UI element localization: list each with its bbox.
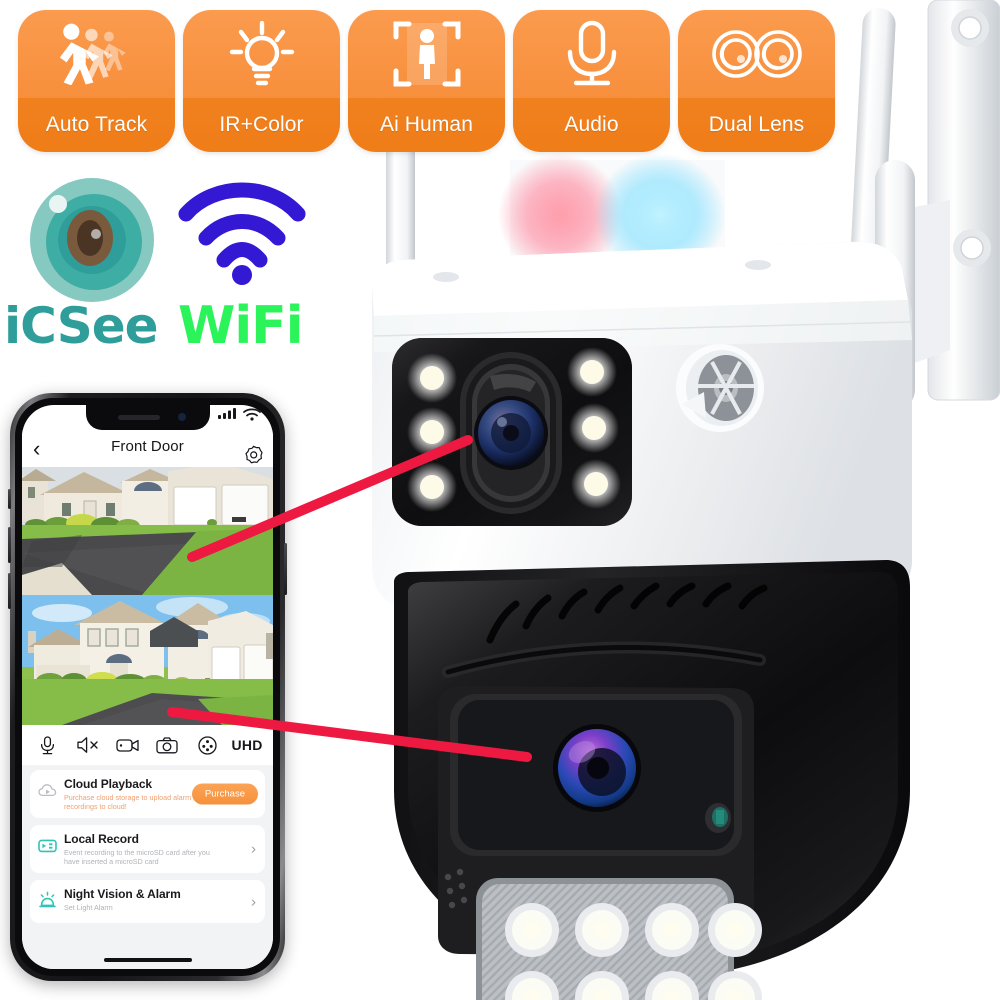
list-item-title: Local Record	[64, 832, 139, 846]
front-camera-icon	[177, 413, 186, 421]
camera-control-bar: UHD	[22, 725, 273, 765]
feature-badge-dual-lens[interactable]: Dual Lens	[678, 10, 835, 152]
icsee-eye-icon	[28, 176, 156, 304]
local-record-icon	[38, 836, 57, 855]
list-item-subtitle: Event recording to the microSD card afte…	[64, 848, 210, 866]
feature-badge-label: Dual Lens	[708, 113, 805, 136]
lower-lens-window	[450, 694, 742, 856]
brand-logo-block: iCSee WiFi	[0, 168, 330, 358]
camera-view-bottom[interactable]	[22, 595, 273, 725]
list-item-subtitle: Set Light Alarm	[64, 903, 113, 912]
feature-badge-ir-color[interactable]: IR+Color	[183, 10, 340, 152]
purchase-button[interactable]: Purchase	[191, 783, 258, 805]
phone-notch	[85, 405, 210, 430]
feature-badge-label: IR+Color	[219, 113, 304, 136]
feature-badge-auto-track[interactable]: Auto Track	[18, 10, 175, 152]
lower-ptz-dome	[394, 560, 910, 1000]
feature-list: Cloud Playback Purchase cloud storage to…	[22, 765, 273, 969]
phone-screen: ‹ Front Door UHD Cloud Playback Purchase…	[22, 405, 273, 969]
mute-button[interactable]	[76, 734, 100, 756]
list-item-night-vision-alarm[interactable]: Night Vision & Alarm Set Light Alarm ›	[30, 880, 265, 923]
upper-fixed-lens-module	[392, 338, 632, 526]
feature-badge-label: Audio	[564, 113, 619, 136]
siren-speaker-horn	[676, 344, 764, 432]
dual-lens-icon	[678, 10, 835, 98]
phone-volume-up-button[interactable]	[8, 527, 11, 563]
gear-icon[interactable]	[244, 445, 263, 464]
ptz-button[interactable]	[195, 734, 219, 756]
list-item-title: Night Vision & Alarm	[64, 887, 181, 901]
app-header: ‹ Front Door	[22, 430, 273, 467]
chevron-right-icon[interactable]: ›	[251, 841, 256, 858]
smartphone-app-mockup: ‹ Front Door UHD Cloud Playback Purchase…	[8, 393, 287, 981]
resolution-button[interactable]: UHD	[231, 734, 262, 756]
phone-power-button[interactable]	[284, 543, 287, 595]
light-sensor	[705, 803, 731, 833]
camera-view-top[interactable]	[22, 467, 273, 595]
status-bar	[218, 407, 264, 421]
phone-mute-switch[interactable]	[8, 489, 11, 509]
feature-badge-label: Ai Human	[379, 113, 473, 136]
icsee-brand-wordmark: iCSee	[4, 297, 159, 355]
page-title: Front Door	[111, 438, 184, 455]
talk-button[interactable]	[36, 734, 60, 756]
floodlight-led-panel	[476, 878, 762, 1000]
earpiece-speaker	[117, 415, 160, 420]
cellular-signal-icon	[218, 408, 236, 419]
list-item-local-record[interactable]: Local Record Event recording to the micr…	[30, 825, 265, 873]
cloud-playback-icon	[38, 781, 57, 800]
wifi-wordmark: WiFi	[178, 296, 304, 356]
feature-badge-label: Auto Track	[45, 113, 148, 136]
list-item-cloud-playback[interactable]: Cloud Playback Purchase cloud storage to…	[30, 770, 265, 818]
walking-people-icon	[18, 10, 175, 98]
phone-volume-down-button[interactable]	[8, 573, 11, 609]
wifi-status-icon	[243, 408, 261, 417]
microphone-icon	[513, 10, 670, 98]
night-vision-alarm-icon	[38, 891, 57, 910]
light-bulb-icon	[183, 10, 340, 98]
home-indicator[interactable]	[103, 958, 192, 962]
product-marketing-image: Auto Track IR+Color Ai Human Audio Dual …	[0, 0, 1000, 1000]
feature-badge-ai-human[interactable]: Ai Human	[348, 10, 505, 152]
human-detection-frame-icon	[348, 10, 505, 98]
record-button[interactable]	[116, 734, 140, 756]
snapshot-button[interactable]	[155, 734, 179, 756]
chevron-right-icon[interactable]: ›	[251, 893, 256, 910]
wifi-signal-icon	[172, 178, 312, 288]
feature-badge-audio[interactable]: Audio	[513, 10, 670, 152]
